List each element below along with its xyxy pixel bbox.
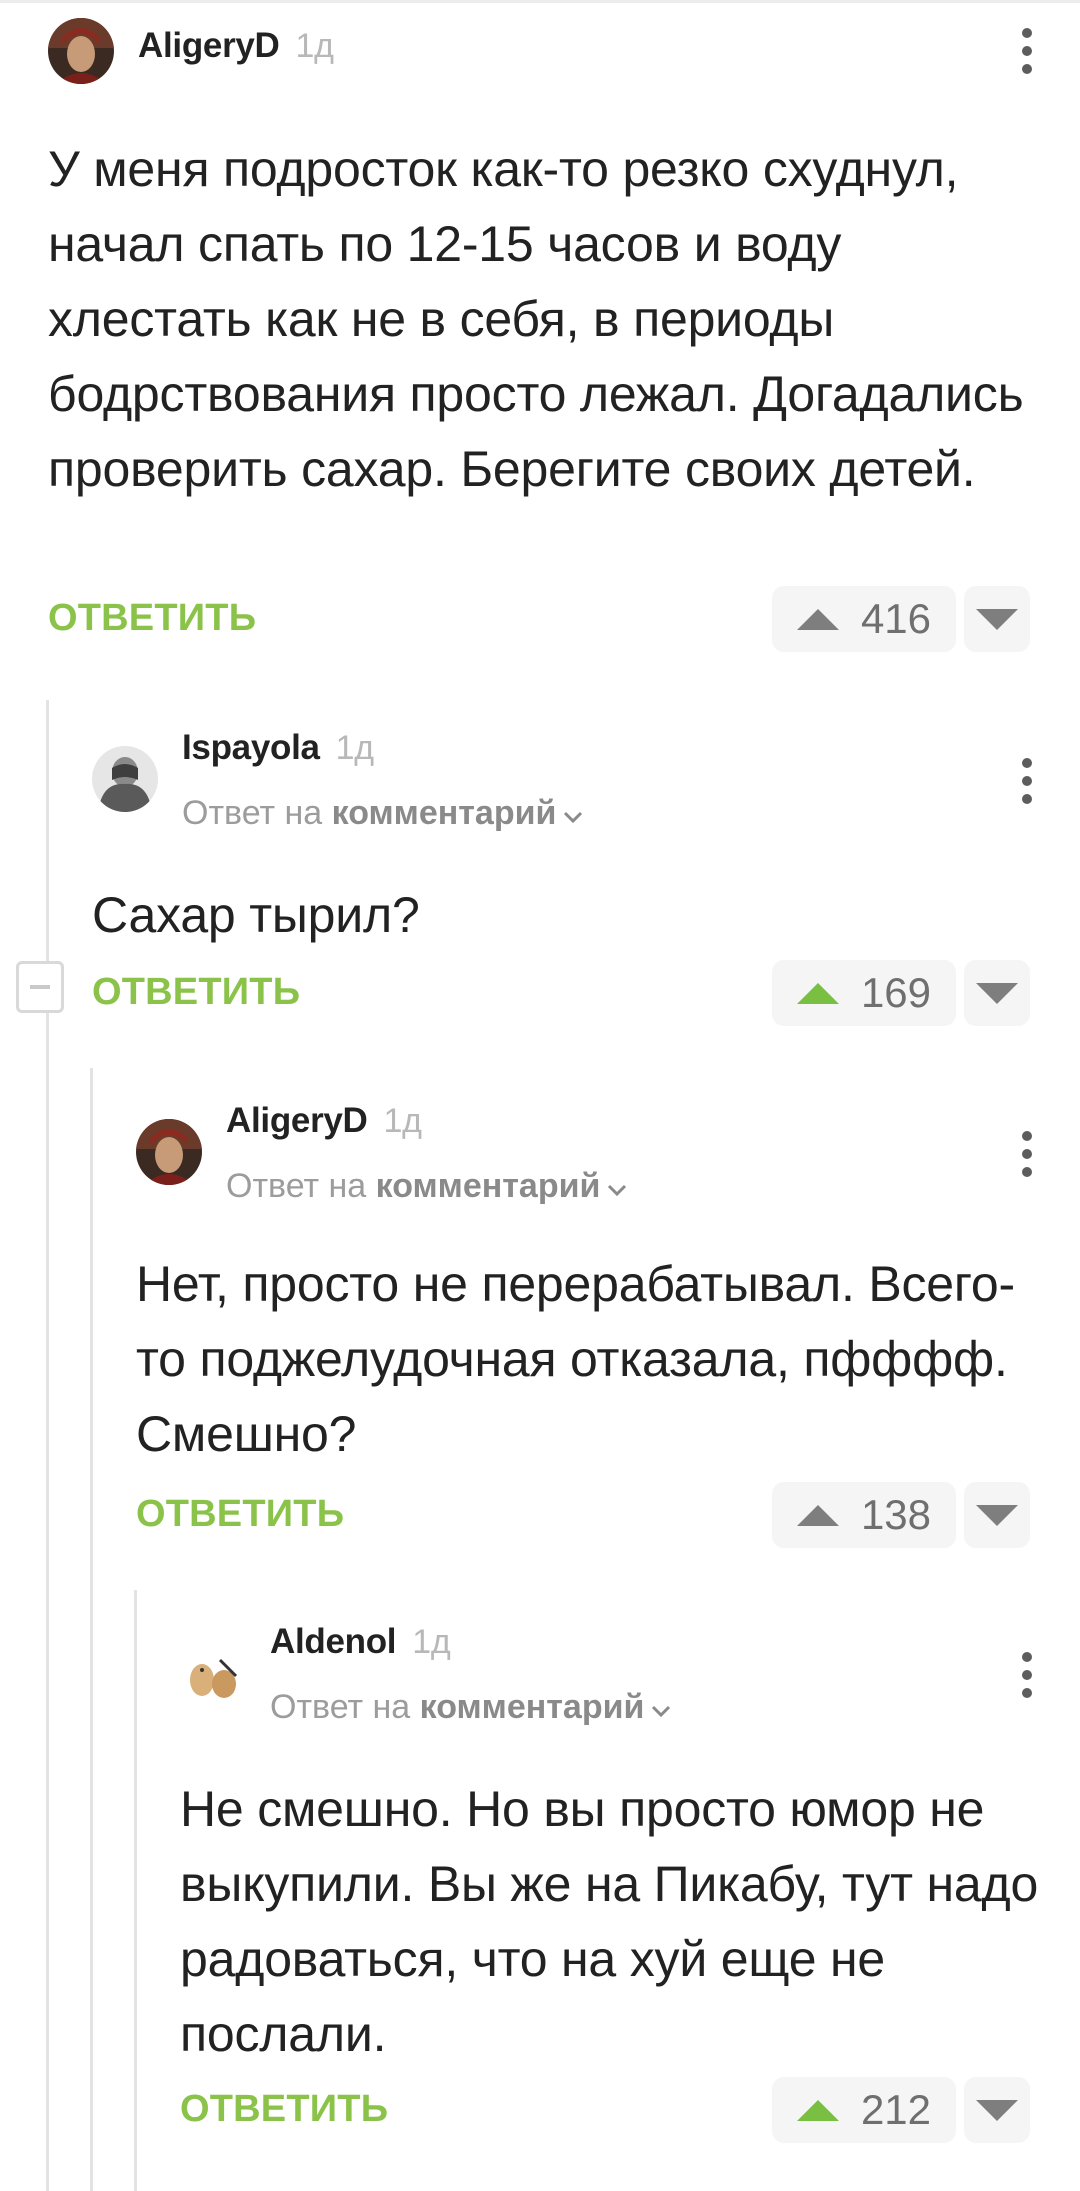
avatar[interactable]	[92, 746, 158, 812]
triangle-up-icon	[796, 1504, 839, 1526]
triangle-down-icon	[976, 2099, 1018, 2121]
minus-icon	[30, 985, 50, 989]
more-vert-icon[interactable]	[1022, 758, 1032, 812]
comment-time: 1д	[412, 1623, 451, 1661]
upvote-button[interactable]: 212	[772, 2077, 956, 2143]
comment-time: 1д	[295, 27, 334, 65]
upvote-button[interactable]: 169	[772, 960, 956, 1026]
more-vert-icon[interactable]	[1022, 1131, 1032, 1185]
rating-count: 212	[860, 2086, 932, 2133]
triangle-up-icon	[796, 982, 839, 1004]
reply-button[interactable]: ОТВЕТИТЬ	[180, 2088, 388, 2131]
comment: AligeryD 1д У меня подросток как-то резко…	[48, 0, 1080, 680]
comment-text: Нет, просто не перерабатывал. Всего-то п…	[136, 1256, 1015, 1462]
comment-time: 1д	[335, 729, 374, 767]
vote-block: 138	[772, 1482, 1030, 1548]
vote-block: 212	[772, 2077, 1030, 2143]
upvote-button[interactable]: 416	[772, 586, 956, 652]
avatar[interactable]	[48, 18, 114, 84]
vote-block: 416	[772, 586, 1030, 652]
thread-line-level-2	[90, 1068, 93, 2191]
comment-text: Сахар тырил?	[92, 887, 420, 943]
comment: Aldenol 1д Ответ на комментарий Не смешно…	[180, 1604, 1080, 2191]
triangle-up-icon	[796, 608, 839, 630]
chevron-down-icon	[650, 1688, 672, 1727]
comment-text: Не смешно. Но вы просто юмор не выкупили…	[180, 1781, 1039, 2062]
reply-to-link[interactable]: Ответ на комментарий	[182, 794, 584, 833]
triangle-up-icon	[796, 2099, 839, 2121]
avatar[interactable]	[180, 1640, 246, 1706]
comment: Ispayola 1д Ответ на комментарий Сахар ты…	[92, 710, 1080, 1040]
chevron-down-icon	[562, 794, 584, 833]
reply-button[interactable]: ОТВЕТИТЬ	[48, 597, 256, 640]
triangle-down-icon	[976, 1504, 1018, 1526]
rating-count: 169	[860, 969, 932, 1016]
collapse-thread-button[interactable]	[16, 961, 64, 1013]
thread-line-level-3	[134, 1590, 137, 2191]
avatar[interactable]	[136, 1119, 202, 1185]
reply-to-link[interactable]: Ответ на комментарий	[226, 1167, 628, 1206]
downvote-button[interactable]	[964, 1482, 1030, 1548]
more-vert-icon[interactable]	[1022, 28, 1032, 82]
author-name[interactable]: Aldenol 1д	[270, 1622, 451, 1662]
triangle-down-icon	[976, 982, 1018, 1004]
downvote-button[interactable]	[964, 960, 1030, 1026]
downvote-button[interactable]	[964, 2077, 1030, 2143]
comment-time: 1д	[383, 1102, 422, 1140]
reply-to-link[interactable]: Ответ на комментарий	[270, 1688, 672, 1727]
comment-text: У меня подросток как-то резко схуднул, н…	[48, 141, 1024, 497]
author-name[interactable]: AligeryD 1д	[138, 26, 334, 66]
reply-button[interactable]: ОТВЕТИТЬ	[92, 971, 300, 1014]
triangle-down-icon	[976, 608, 1018, 630]
more-vert-icon[interactable]	[1022, 1652, 1032, 1706]
comment: AligeryD 1д Ответ на комментарий Нет, про…	[136, 1083, 1080, 1563]
thread-line-level-1	[46, 700, 49, 2191]
chevron-down-icon	[606, 1167, 628, 1206]
author-name[interactable]: AligeryD 1д	[226, 1101, 422, 1141]
reply-button[interactable]: ОТВЕТИТЬ	[136, 1493, 344, 1536]
rating-count: 416	[860, 595, 932, 642]
downvote-button[interactable]	[964, 586, 1030, 652]
author-name[interactable]: Ispayola 1д	[182, 728, 374, 768]
upvote-button[interactable]: 138	[772, 1482, 956, 1548]
vote-block: 169	[772, 960, 1030, 1026]
rating-count: 138	[860, 1491, 932, 1538]
